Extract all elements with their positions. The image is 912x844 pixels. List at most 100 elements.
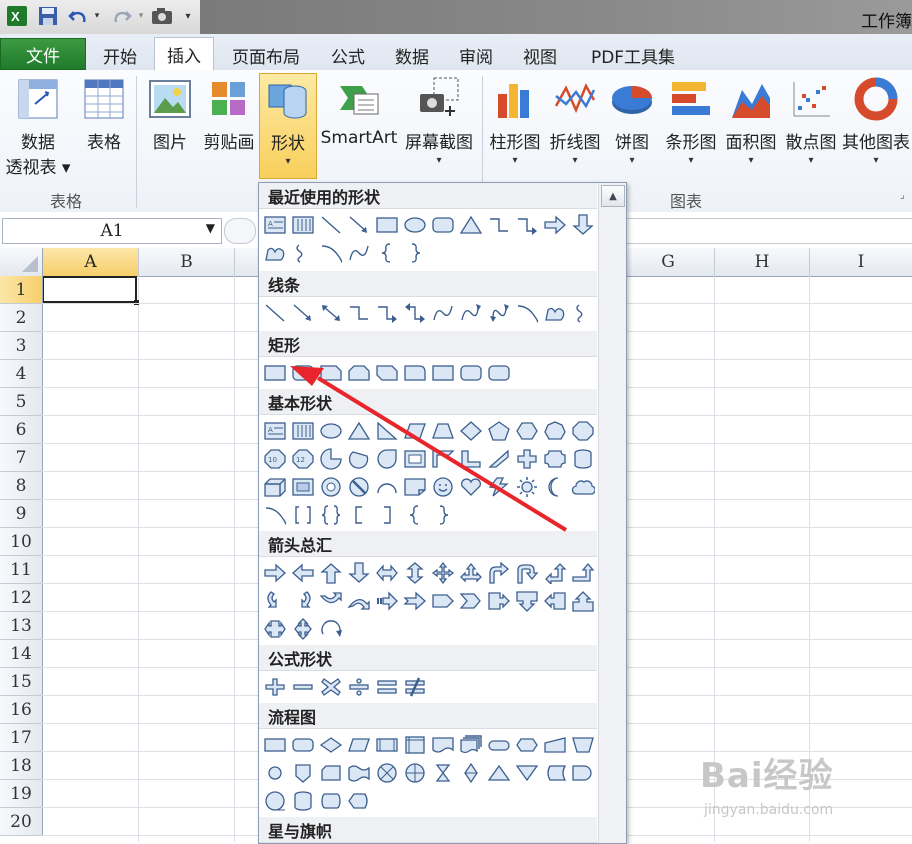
camera-icon[interactable]	[150, 5, 174, 27]
row-header-9[interactable]: 9	[0, 500, 43, 528]
shape-line-icon[interactable]	[262, 301, 288, 325]
shape-curvedD-icon[interactable]	[346, 589, 372, 613]
shape-rbrace-icon[interactable]	[430, 503, 456, 527]
shape-fcOffpage-icon[interactable]	[290, 761, 316, 785]
shape-fcAlt-icon[interactable]	[290, 733, 316, 757]
tab-review[interactable]: 审阅	[448, 40, 504, 70]
shape-triangle-icon[interactable]	[346, 419, 372, 443]
shape-smiley-icon[interactable]	[430, 475, 456, 499]
redo-dropdown-icon[interactable]: ▾	[136, 5, 146, 27]
shape-vtextbox-icon[interactable]	[290, 419, 316, 443]
shape-arrowL-icon[interactable]	[290, 561, 316, 585]
tab-insert[interactable]: 插入	[154, 37, 214, 72]
shape-teardrop-icon[interactable]	[374, 447, 400, 471]
shape-calloutU-icon[interactable]	[570, 589, 596, 613]
shape-fcDecision-icon[interactable]	[318, 733, 344, 757]
pie-chart-button[interactable]: 饼图 ▾	[608, 76, 656, 166]
shape-calloutL-icon[interactable]	[542, 589, 568, 613]
formula-input[interactable]	[624, 218, 912, 244]
shape-roundrect-icon[interactable]	[430, 213, 456, 237]
shape-pentagon-icon[interactable]	[486, 419, 512, 443]
shape-roundrect-icon[interactable]	[458, 361, 484, 385]
shape-fcStored-icon[interactable]	[542, 761, 568, 785]
shape-fcCard-icon[interactable]	[318, 761, 344, 785]
shape-textbox-icon[interactable]: A	[262, 213, 288, 237]
shape-uturn-icon[interactable]	[514, 561, 540, 585]
shape-parallelogram-icon[interactable]	[402, 419, 428, 443]
shape-bracepair-icon[interactable]	[318, 503, 344, 527]
shape-curvearrow-icon[interactable]	[458, 301, 484, 325]
tab-formulas[interactable]: 公式	[320, 40, 376, 70]
shape-num12-icon[interactable]: 12	[290, 447, 316, 471]
picture-button[interactable]: 图片	[146, 76, 194, 153]
shape-arc2-icon[interactable]	[262, 503, 288, 527]
name-box[interactable]: A1 ▼	[2, 218, 222, 244]
smartart-button[interactable]: SmartArt	[318, 76, 400, 148]
shape-halfframe-icon[interactable]	[430, 447, 456, 471]
shape-striped-icon[interactable]	[374, 589, 400, 613]
shape-calloutQuad-icon[interactable]	[290, 617, 316, 641]
shape-snip1-icon[interactable]	[318, 361, 344, 385]
column-header-i[interactable]: I	[810, 248, 912, 277]
shape-arrowline-icon[interactable]	[290, 301, 316, 325]
dialog-launcher-icon[interactable]: ⌟	[900, 190, 905, 201]
shape-mathMinus-icon[interactable]	[290, 675, 316, 699]
row-header-5[interactable]: 5	[0, 388, 43, 416]
row-header-3[interactable]: 3	[0, 332, 43, 360]
row-header-18[interactable]: 18	[0, 752, 43, 780]
shape-num10-icon[interactable]: 10	[262, 447, 288, 471]
shape-vtextbox-icon[interactable]	[290, 213, 316, 237]
other-charts-button[interactable]: 其他图表 ▾	[840, 76, 912, 166]
row-header-16[interactable]: 16	[0, 696, 43, 724]
shape-fcManualIn-icon[interactable]	[542, 733, 568, 757]
tab-pdf-tools[interactable]: PDF工具集	[578, 40, 688, 70]
shape-bentUp-icon[interactable]	[570, 561, 596, 585]
shape-arrowLR-icon[interactable]	[374, 561, 400, 585]
shape-heptagon-icon[interactable]	[542, 419, 568, 443]
shape-plus-icon[interactable]	[514, 447, 540, 471]
shape-roundrect-icon[interactable]	[486, 361, 512, 385]
shape-snipdiag-icon[interactable]	[374, 361, 400, 385]
shape-calloutLR-icon[interactable]	[262, 617, 288, 641]
shape-leftUp-icon[interactable]	[542, 561, 568, 585]
shape-fcDisplay-icon[interactable]	[346, 789, 372, 813]
row-header-11[interactable]: 11	[0, 556, 43, 584]
shape-curvedU-icon[interactable]	[318, 589, 344, 613]
shape-pentArrow-icon[interactable]	[430, 589, 456, 613]
shape-curve-icon[interactable]	[430, 301, 456, 325]
pivot-table-button[interactable]: 数据 透视表 ▾	[6, 76, 70, 178]
shape-fcOr-icon[interactable]	[402, 761, 428, 785]
shape-line-icon[interactable]	[318, 213, 344, 237]
shape-fcPrep-icon[interactable]	[514, 733, 540, 757]
shape-notched-icon[interactable]	[402, 589, 428, 613]
shape-donut-icon[interactable]	[318, 475, 344, 499]
shape-cube-icon[interactable]	[262, 475, 288, 499]
shape-diagstripe-icon[interactable]	[486, 447, 512, 471]
shape-pie-icon[interactable]	[318, 447, 344, 471]
redo-icon[interactable]	[110, 5, 134, 27]
row-header-14[interactable]: 14	[0, 640, 43, 668]
shape-lbrace-icon[interactable]	[374, 241, 400, 265]
column-header-b[interactable]: B	[139, 248, 235, 277]
shape-foldcorner-icon[interactable]	[402, 475, 428, 499]
screenshot-button[interactable]: 屏幕截图 ▾	[402, 76, 476, 166]
shape-fcData-icon[interactable]	[346, 733, 372, 757]
shape-hexagon-icon[interactable]	[514, 419, 540, 443]
row-header-6[interactable]: 6	[0, 416, 43, 444]
formula-bar-splitter[interactable]	[224, 218, 256, 244]
customize-qat-icon[interactable]: ▾	[180, 5, 196, 27]
shape-arrowD-icon[interactable]	[570, 213, 596, 237]
shape-fcDoc-icon[interactable]	[430, 733, 456, 757]
shape-arc2-icon[interactable]	[514, 301, 540, 325]
shape-arc2-icon[interactable]	[318, 241, 344, 265]
shape-round1-icon[interactable]	[402, 361, 428, 385]
shape-mathPlus-icon[interactable]	[262, 675, 288, 699]
select-all-corner[interactable]	[0, 248, 43, 277]
shape-calloutR-icon[interactable]	[486, 589, 512, 613]
shape-heart-icon[interactable]	[458, 475, 484, 499]
row-header-10[interactable]: 10	[0, 528, 43, 556]
row-header-20[interactable]: 20	[0, 808, 43, 836]
shape-elbowarrow-icon[interactable]	[514, 213, 540, 237]
shape-curvedbl-icon[interactable]	[486, 301, 512, 325]
shape-rect-icon[interactable]	[430, 361, 456, 385]
